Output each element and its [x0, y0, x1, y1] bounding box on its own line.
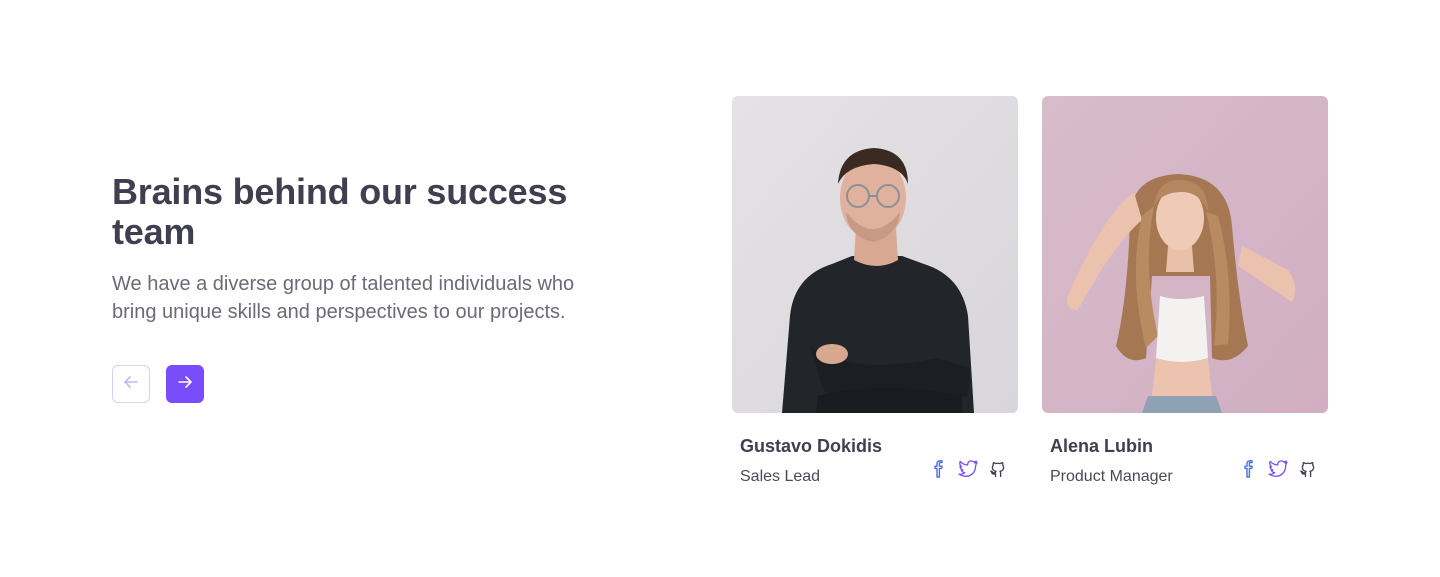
section-description: We have a diverse group of talented indi…: [112, 273, 575, 323]
next-button[interactable]: [166, 365, 204, 403]
twitter-icon[interactable]: [1268, 459, 1288, 479]
social-links: [1238, 459, 1318, 479]
man-portrait-photo: [732, 96, 1018, 413]
facebook-icon[interactable]: [1238, 459, 1258, 479]
member-role: Product Manager: [1050, 468, 1173, 485]
intro-block: Brains behind our success team We have a…: [112, 172, 632, 326]
facebook-icon[interactable]: [928, 459, 948, 479]
github-icon[interactable]: [988, 459, 1008, 479]
section-title: Brains behind our success team: [112, 171, 568, 252]
twitter-icon[interactable]: [958, 459, 978, 479]
previous-button[interactable]: [112, 365, 150, 403]
team-member-card: Gustavo Dokidis Sales Lead: [732, 96, 1018, 493]
arrow-right-icon: [176, 373, 194, 396]
social-links: [928, 459, 1008, 479]
member-name: Gustavo Dokidis: [740, 436, 883, 456]
team-member-card: Alena Lubin Product Manager: [1042, 96, 1328, 493]
carousel-controls: [112, 365, 204, 403]
member-name: Alena Lubin: [1050, 436, 1153, 456]
member-role: Sales Lead: [740, 468, 821, 485]
arrow-left-icon: [122, 373, 140, 396]
woman-portrait-photo: [1042, 96, 1328, 413]
team-section: Brains behind our success team We have a…: [0, 0, 1440, 577]
member-meta: Gustavo Dokidis Sales Lead: [732, 413, 1018, 493]
member-meta: Alena Lubin Product Manager: [1042, 413, 1328, 493]
github-icon[interactable]: [1298, 459, 1318, 479]
